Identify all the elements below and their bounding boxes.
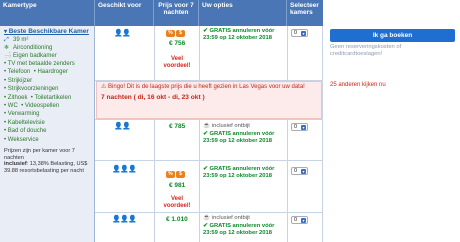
col-geschikt: Geschikt voor: [95, 0, 154, 26]
room-title-link[interactable]: ▾ Beste Beschikbare Kamer: [4, 28, 92, 36]
guest-capacity: 👤👤: [114, 123, 131, 130]
amenity-item: • Telefoon • Haardroger: [4, 69, 68, 76]
divider: [199, 26, 200, 242]
bingo-banner: ⚠ Bingo! Dit is de laagste prijs die u h…: [96, 81, 322, 119]
chevron-down-icon: ▾: [301, 169, 306, 174]
price-note: Prijzen zijn per kamer voor 7 nachten in…: [4, 148, 88, 174]
cancel-option: ✔ GRATIS annuleren vóór 23:59 op 12 okto…: [203, 28, 275, 41]
cancel-option: ✔ GRATIS annuleren vóór 23:59 op 12 okto…: [203, 166, 275, 179]
amenity-item: • Wekservice: [4, 136, 39, 143]
deal-badges: % $: [166, 30, 185, 37]
deal-tag-icon: %: [166, 30, 175, 37]
room-quantity-select[interactable]: 0 ▾: [291, 216, 308, 224]
deal-label: Veel voordeel!: [163, 56, 191, 69]
divider: [95, 160, 323, 161]
amenity-item: • Bad of douche: [4, 128, 47, 135]
bath-icon: 🛁: [4, 53, 12, 59]
room-quantity-select[interactable]: 0 ▾: [291, 167, 308, 175]
guest-capacity: 👤👤: [114, 30, 131, 37]
amenity-item: • Strijkvoorzieningen: [4, 86, 59, 93]
price: € 1.010: [166, 216, 188, 223]
cancel-option: ✔ GRATIS annuleren vóór 23:59 op 12 okto…: [203, 131, 275, 144]
feature-aircon: ❄ Airconditioning: [4, 45, 53, 51]
amenity-item: • TV met betaalde zenders: [4, 61, 75, 67]
snowflake-icon: ❄: [4, 45, 10, 51]
chevron-down-icon: ▾: [301, 218, 306, 223]
coffee-icon: ☕: [203, 215, 211, 221]
viewers-count: 25 anderen kijken nu: [330, 82, 386, 88]
guest-capacity: 👤👤👤: [112, 216, 137, 223]
col-kamertype: Kamertype: [0, 0, 95, 26]
divider: [322, 26, 323, 242]
room-quantity-select[interactable]: 0 ▾: [291, 123, 308, 131]
room-quantity-select[interactable]: 0 ▾: [291, 29, 308, 37]
guest-capacity: 👤👤👤: [112, 166, 137, 173]
chevron-down-icon: ▾: [301, 31, 306, 36]
divider: [95, 119, 323, 120]
bingo-text: ⚠ Bingo! Dit is de laagste prijs die u h…: [101, 84, 305, 90]
deal-label: Veel voordeel!: [163, 196, 191, 209]
room-type-cell: ▾ Beste Beschikbare Kamer ⤢ 39 m² ❄ Aircon…: [0, 26, 95, 242]
divider: [95, 212, 323, 213]
breakfast-option: ☕ inclusief ontbijt: [203, 215, 250, 221]
breakfast-option: ☕ inclusief ontbijt: [203, 123, 250, 129]
bingo-dates: 7 nachten ( di, 16 okt - di, 23 okt ): [101, 94, 205, 101]
size-icon: ⤢: [4, 37, 9, 43]
deal-tag-icon: $: [176, 171, 185, 178]
room-size: ⤢ 39 m²: [4, 37, 29, 43]
cancel-option: ✔ GRATIS annuleren vóór 23:59 op 12 okto…: [203, 223, 275, 236]
price: € 981: [169, 182, 186, 189]
no-fees-note: Geen reserveringskosten of creditcardtoe…: [330, 44, 402, 57]
amenity-item: • Zithoek • Toiletartikelen: [4, 94, 72, 101]
amenity-item: • Strijkijzer: [4, 77, 33, 84]
warning-icon: ⚠: [101, 84, 109, 90]
divider: [154, 26, 155, 242]
price: € 785: [169, 123, 186, 130]
deal-tag-icon: $: [176, 30, 185, 37]
amenity-item: • Verwarming: [4, 111, 40, 118]
col-opties: Uw opties: [199, 0, 287, 26]
deal-badges: % $: [166, 171, 185, 178]
amenity-item: • WC • Videospellen: [4, 103, 60, 110]
col-selecteer: Selecteer kamers: [290, 2, 319, 16]
deal-tag-icon: %: [166, 171, 175, 178]
coffee-icon: ☕: [203, 123, 211, 129]
divider: [287, 26, 288, 242]
book-button[interactable]: Ik ga boeken: [330, 29, 455, 42]
table-header: Kamertype Geschikt voor Prijs voor 7 nac…: [0, 0, 323, 26]
amenity-item: • Kabeltelevisie: [4, 119, 45, 126]
col-prijs: Prijs voor 7 nachten: [154, 0, 199, 26]
price: € 756: [169, 40, 186, 47]
feature-bathroom: 🛁 Eigen badkamer: [4, 53, 57, 59]
chevron-down-icon: ▾: [301, 125, 306, 130]
